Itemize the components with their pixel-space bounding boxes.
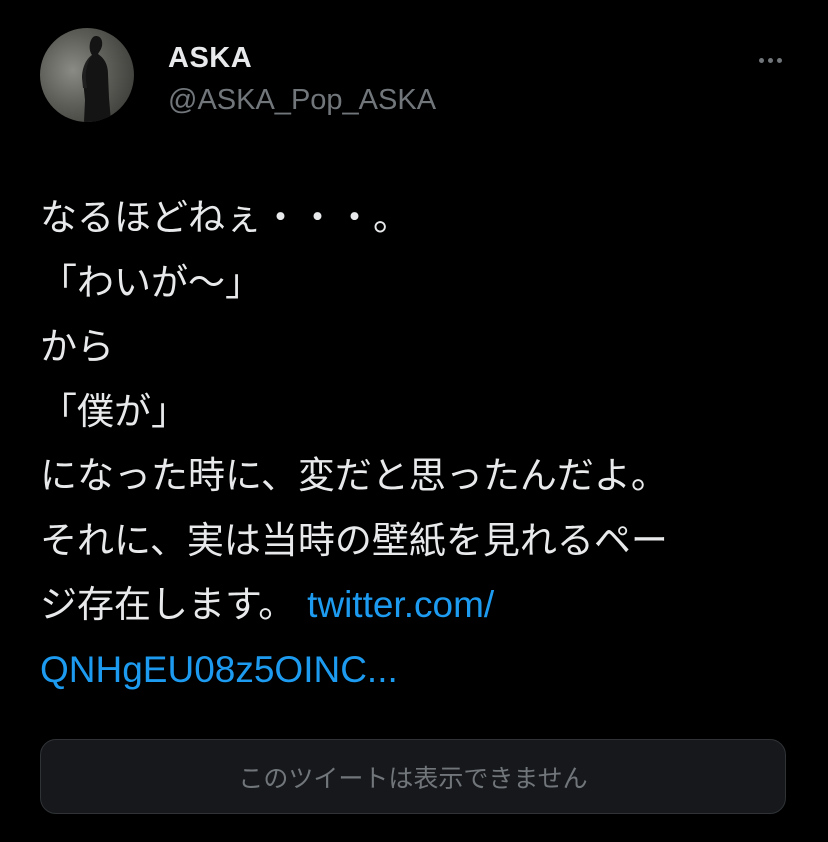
more-dot [776,57,782,63]
more-options-icon[interactable] [748,46,792,74]
tweet-line: なるほどねぇ・・・。 [40,196,410,239]
tweet-line-link: QNHgEU08z5OINC... [40,638,800,703]
tweet-link[interactable]: twitter.com/ [307,584,494,625]
more-dot [767,57,773,63]
tweet-line: ジ存在します。 [40,583,296,626]
display-name[interactable]: ASKA [168,42,252,75]
more-dot [758,57,764,63]
tweet: ASKA @ASKA_Pop_ASKA なるほどねぇ・・・。 「わいが〜」 から… [0,0,828,842]
tweet-line: になった時に、変だと思ったんだよ。 [40,454,668,497]
tweet-line: それに、実は当時の壁紙を見れるペー [40,518,668,562]
tweet-line: から [40,325,114,368]
avatar-silhouette [82,36,111,122]
user-handle[interactable]: @ASKA_Pop_ASKA [168,84,436,117]
tweet-line: 「わいが〜」 [40,260,262,304]
avatar[interactable] [40,28,134,122]
tweet-line: 「僕が」 [40,389,188,433]
tweet-link-continued[interactable]: QNHgEU08z5OINC... [40,649,398,690]
quoted-tweet-unavailable[interactable]: このツイートは表示できません [40,739,786,814]
tweet-text: なるほどねぇ・・・。 「わいが〜」 から 「僕が」 になった時に、変だと思ったん… [40,186,800,702]
tweet-line-with-link: ジ存在します。 twitter.com/ [40,573,800,638]
